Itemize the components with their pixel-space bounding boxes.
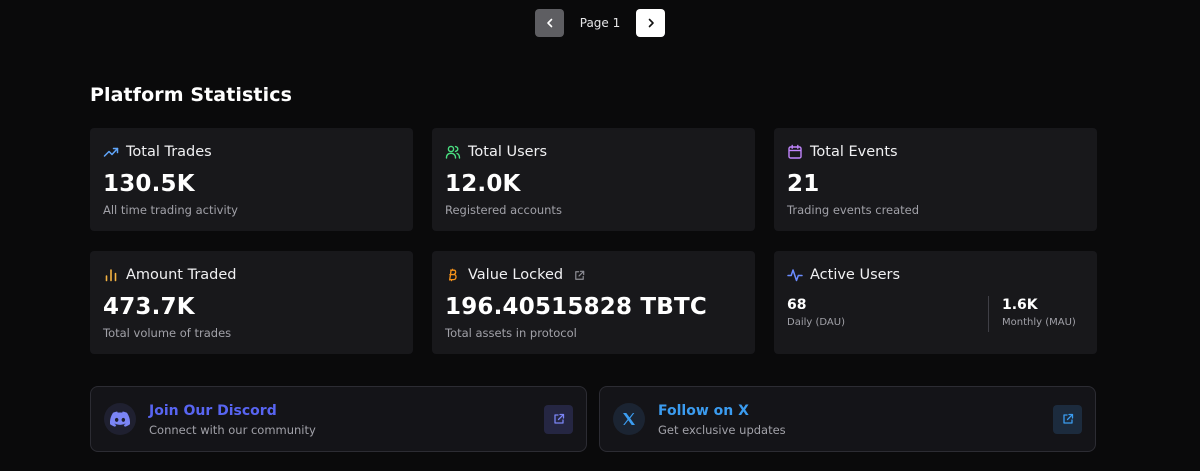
- card-value: 21: [787, 171, 820, 197]
- card-title: Amount Traded: [126, 267, 237, 283]
- discord-external-link-button[interactable]: [544, 404, 573, 434]
- card-subtitle: Registered accounts: [445, 203, 562, 217]
- pagination: Page 1: [535, 9, 665, 37]
- mau-label: Monthly (MAU): [1002, 317, 1076, 328]
- x-card[interactable]: Follow on X Get exclusive updates: [599, 386, 1096, 452]
- card-title: Total Events: [810, 144, 898, 160]
- dau-label: Daily (DAU): [787, 317, 845, 328]
- x-external-link-button[interactable]: [1053, 404, 1082, 434]
- x-title[interactable]: Follow on X: [658, 402, 1053, 420]
- external-link-icon: [1062, 413, 1073, 424]
- discord-card[interactable]: Join Our Discord Connect with our commun…: [90, 386, 587, 452]
- card-title: Total Users: [468, 144, 548, 160]
- monthly-active-users: 1.6K Monthly (MAU): [988, 296, 1084, 332]
- dau-value: 68: [787, 297, 807, 313]
- card-title: Value Locked: [468, 267, 564, 283]
- discord-title[interactable]: Join Our Discord: [149, 402, 544, 420]
- external-link-icon[interactable]: [571, 267, 587, 283]
- activity-icon: [787, 267, 803, 283]
- x-subtitle: Get exclusive updates: [658, 422, 786, 437]
- discord-icon: [104, 403, 136, 435]
- section-title: Platform Statistics: [90, 84, 293, 106]
- daily-active-users: 68 Daily (DAU): [787, 296, 988, 332]
- card-subtitle: Trading events created: [787, 203, 920, 217]
- previous-page-button[interactable]: [535, 9, 564, 37]
- stat-card-total-events: Total Events 21 Trading events created: [774, 128, 1097, 231]
- stat-card-active-users: Active Users 68 Daily (DAU) 1.6K Monthly…: [774, 251, 1097, 354]
- page-label: Page 1: [579, 16, 621, 30]
- stat-card-amount-traded: Amount Traded 473.7K Total volume of tra…: [90, 251, 413, 354]
- card-value: 473.7K: [103, 294, 195, 320]
- card-value: 12.0K: [445, 171, 521, 197]
- card-subtitle: All time trading activity: [103, 203, 238, 217]
- mau-value: 1.6K: [1002, 297, 1038, 313]
- chevron-left-icon: [546, 18, 552, 28]
- external-link-icon: [553, 413, 564, 424]
- card-title: Active Users: [810, 267, 901, 283]
- stat-card-total-users: Total Users 12.0K Registered accounts: [432, 128, 755, 231]
- card-value: 196.40515828 TBTC: [445, 294, 707, 320]
- x-logo-icon: [613, 403, 645, 435]
- card-value: 130.5K: [103, 171, 195, 197]
- bitcoin-icon: [445, 267, 461, 283]
- stat-card-value-locked: Value Locked 196.40515828 TBTC Total ass…: [432, 251, 755, 354]
- card-subtitle: Total volume of trades: [103, 326, 232, 340]
- chevron-right-icon: [648, 18, 654, 28]
- calendar-icon: [787, 144, 803, 160]
- card-subtitle: Total assets in protocol: [445, 326, 577, 340]
- next-page-button[interactable]: [636, 9, 665, 37]
- users-icon: [445, 144, 461, 160]
- trending-up-icon: [103, 144, 119, 160]
- bar-chart-icon: [103, 267, 119, 283]
- card-title: Total Trades: [126, 144, 212, 160]
- discord-subtitle: Connect with our community: [149, 422, 316, 437]
- stat-card-total-trades: Total Trades 130.5K All time trading act…: [90, 128, 413, 231]
